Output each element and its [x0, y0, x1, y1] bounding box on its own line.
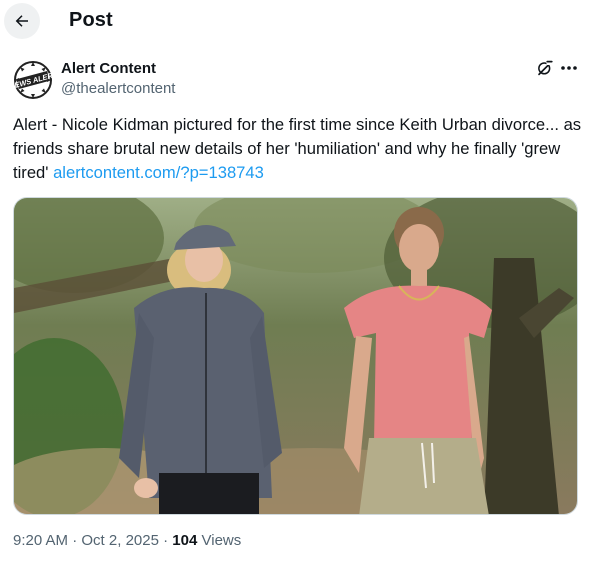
news-alert-logo: NEWS ALERT [13, 61, 53, 99]
views-label: Views [201, 532, 242, 549]
back-button[interactable] [4, 3, 40, 39]
grok-icon[interactable] [536, 59, 554, 77]
author-name[interactable]: Alert Content [61, 60, 156, 77]
tweet-time[interactable]: 9:20 AM [13, 532, 68, 549]
meta-separator: · [72, 532, 78, 549]
author-handle[interactable]: @thealertcontent [61, 80, 175, 97]
back-arrow-icon [15, 15, 28, 27]
page-title: Post [69, 9, 113, 31]
header: Post [0, 0, 591, 42]
avatar[interactable]: NEWS ALERT [13, 60, 53, 100]
tweet-text: Alert - Nicole Kidman pictured for the f… [13, 113, 583, 185]
tweet-photo[interactable] [13, 197, 578, 515]
tweet-meta: 9:20 AM · Oct 2, 2025 · 104 Views [13, 532, 241, 549]
more-icon[interactable] [559, 59, 579, 77]
views-count: 104 [172, 532, 198, 549]
meta-separator-2: · [163, 532, 169, 549]
tweet-date[interactable]: Oct 2, 2025 [81, 532, 159, 549]
post-page: Post NEWS ALERT Alert Content @thealertc… [0, 0, 591, 561]
tweet-link[interactable]: alertcontent.com/?p=138743 [53, 163, 264, 182]
